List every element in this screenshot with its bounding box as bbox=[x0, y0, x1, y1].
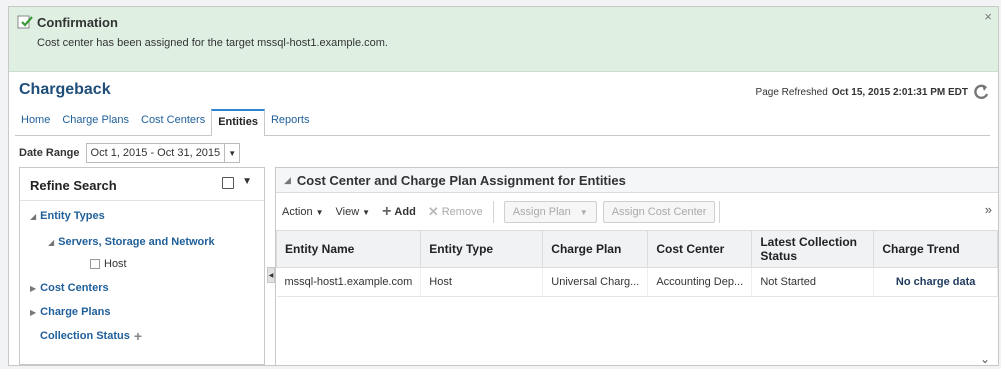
collapsed-icon: ▶ bbox=[30, 307, 37, 317]
view-label: View bbox=[335, 206, 360, 218]
assignment-panel: ◢ Cost Center and Charge Plan Assignment… bbox=[275, 167, 998, 365]
tab-charge-plans[interactable]: Charge Plans bbox=[56, 109, 135, 135]
tree-label: Cost Centers bbox=[40, 282, 109, 294]
refine-search-title: Refine Search bbox=[30, 178, 117, 193]
confirmation-icon bbox=[17, 15, 33, 29]
chevron-down-icon: ▼ bbox=[315, 207, 324, 217]
refreshed-time: Oct 15, 2015 2:01:31 PM EDT bbox=[831, 86, 968, 98]
entities-table: Entity Name Entity Type Charge Plan Cost… bbox=[275, 230, 998, 297]
tree-label: Collection Status bbox=[40, 330, 130, 342]
tree-node-charge-plans[interactable]: ▶ Charge Plans bbox=[30, 306, 110, 318]
add-filter-icon[interactable]: + bbox=[134, 328, 142, 344]
refresh-icon[interactable] bbox=[972, 83, 990, 101]
cell-entity-type: Host bbox=[420, 267, 544, 297]
refine-search-panel: Refine Search ▼ ◢ Entity Types ◢ Servers… bbox=[19, 167, 265, 365]
date-range-label: Date Range bbox=[19, 147, 80, 159]
tab-entities[interactable]: Entities bbox=[211, 109, 265, 136]
column-header[interactable]: Charge Plan bbox=[542, 230, 649, 268]
cell-collection-status: Not Started bbox=[751, 267, 875, 297]
cell-charge-trend[interactable]: No charge data bbox=[873, 267, 998, 297]
confirmation-message: Cost center has been assigned for the ta… bbox=[37, 37, 388, 49]
expanded-icon: ◢ bbox=[30, 211, 37, 221]
tree-node-host[interactable]: Host bbox=[90, 258, 127, 270]
page-title: Chargeback bbox=[19, 81, 111, 98]
date-range-value: Oct 1, 2015 - Oct 31, 2015 bbox=[90, 147, 221, 159]
toolbar-divider bbox=[492, 201, 494, 223]
assign-cost-center-label: Assign Cost Center bbox=[611, 206, 707, 218]
action-label: Action bbox=[282, 206, 313, 218]
column-header[interactable]: Charge Trend bbox=[873, 230, 998, 268]
app-frame: Confirmation Cost center has been assign… bbox=[8, 6, 999, 366]
panel-title: Cost Center and Charge Plan Assignment f… bbox=[296, 172, 626, 188]
cell-entity-name: mssql-host1.example.com bbox=[276, 267, 422, 297]
table-row[interactable]: mssql-host1.example.com Host Universal C… bbox=[276, 267, 998, 297]
tab-bar: Home Charge Plans Cost Centers Entities … bbox=[15, 109, 990, 136]
add-button[interactable]: + Add bbox=[376, 203, 422, 221]
tab-cost-centers[interactable]: Cost Centers bbox=[135, 109, 211, 135]
overflow-icon[interactable]: » bbox=[985, 202, 992, 217]
assign-plan-button[interactable]: Assign Plan ▼ bbox=[503, 201, 597, 223]
menu-dropdown-icon[interactable]: ▼ bbox=[242, 176, 252, 187]
expanded-icon: ◢ bbox=[48, 237, 55, 247]
date-range: Date Range Oct 1, 2015 - Oct 31, 2015 ▼ bbox=[19, 143, 241, 163]
remove-icon: ✕ bbox=[427, 204, 439, 219]
cell-cost-center: Accounting Dep... bbox=[647, 267, 753, 297]
chevron-down-icon: ▼ bbox=[579, 207, 588, 217]
cell-charge-plan: Universal Charg... bbox=[542, 267, 649, 297]
view-menu[interactable]: View ▼ bbox=[330, 206, 377, 218]
column-header[interactable]: Latest Collection Status bbox=[751, 230, 875, 268]
tree-node-collection-status: Collection Status + bbox=[40, 328, 142, 344]
refreshed-label: Page Refreshed bbox=[755, 86, 828, 98]
close-icon[interactable]: × bbox=[984, 9, 992, 24]
tab-reports[interactable]: Reports bbox=[265, 109, 316, 135]
confirmation-title: Confirmation bbox=[37, 15, 118, 30]
column-header[interactable]: Cost Center bbox=[647, 230, 753, 268]
host-checkbox[interactable] bbox=[90, 259, 100, 269]
save-icon[interactable] bbox=[222, 177, 234, 189]
chevron-down-icon: ▼ bbox=[362, 207, 371, 217]
add-label: Add bbox=[394, 206, 416, 218]
assign-cost-center-button[interactable]: Assign Cost Center bbox=[602, 201, 716, 223]
tree-label: Entity Types bbox=[40, 210, 105, 222]
tree-node-servers[interactable]: ◢ Servers, Storage and Network bbox=[48, 236, 215, 248]
toolbar-divider bbox=[719, 201, 721, 223]
toolbar: Action ▼ View ▼ + Add ✕ Remove Assign Pl… bbox=[276, 198, 998, 226]
remove-button[interactable]: ✕ Remove bbox=[422, 204, 489, 220]
action-menu[interactable]: Action ▼ bbox=[276, 206, 330, 218]
column-header[interactable]: Entity Name bbox=[275, 230, 422, 268]
tab-home[interactable]: Home bbox=[15, 109, 56, 135]
refine-search-header: Refine Search ▼ bbox=[20, 168, 264, 201]
remove-label: Remove bbox=[441, 206, 483, 218]
collapse-panel-icon[interactable]: ◢ bbox=[284, 175, 291, 186]
splitter-handle[interactable]: ◀ bbox=[267, 267, 275, 283]
add-icon: + bbox=[382, 203, 392, 220]
panel-header: ◢ Cost Center and Charge Plan Assignment… bbox=[276, 168, 998, 193]
table-header-row: Entity Name Entity Type Charge Plan Cost… bbox=[275, 230, 998, 268]
tree-label: Servers, Storage and Network bbox=[58, 236, 215, 248]
date-range-select[interactable]: Oct 1, 2015 - Oct 31, 2015 ▼ bbox=[85, 143, 241, 163]
tree-node-entity-types[interactable]: ◢ Entity Types bbox=[30, 210, 105, 222]
expand-down-icon[interactable]: ⌄ bbox=[980, 352, 990, 365]
chevron-down-icon[interactable]: ▼ bbox=[224, 144, 239, 162]
tree-node-cost-centers[interactable]: ▶ Cost Centers bbox=[30, 282, 109, 294]
tree-label: Host bbox=[104, 258, 127, 270]
confirmation-banner: Confirmation Cost center has been assign… bbox=[9, 7, 998, 72]
tree-label: Charge Plans bbox=[40, 306, 111, 318]
page-refreshed: Page Refreshed Oct 15, 2015 2:01:31 PM E… bbox=[756, 83, 990, 101]
column-header[interactable]: Entity Type bbox=[420, 230, 544, 268]
collapsed-icon: ▶ bbox=[30, 283, 37, 293]
assign-plan-label: Assign Plan bbox=[512, 206, 571, 218]
